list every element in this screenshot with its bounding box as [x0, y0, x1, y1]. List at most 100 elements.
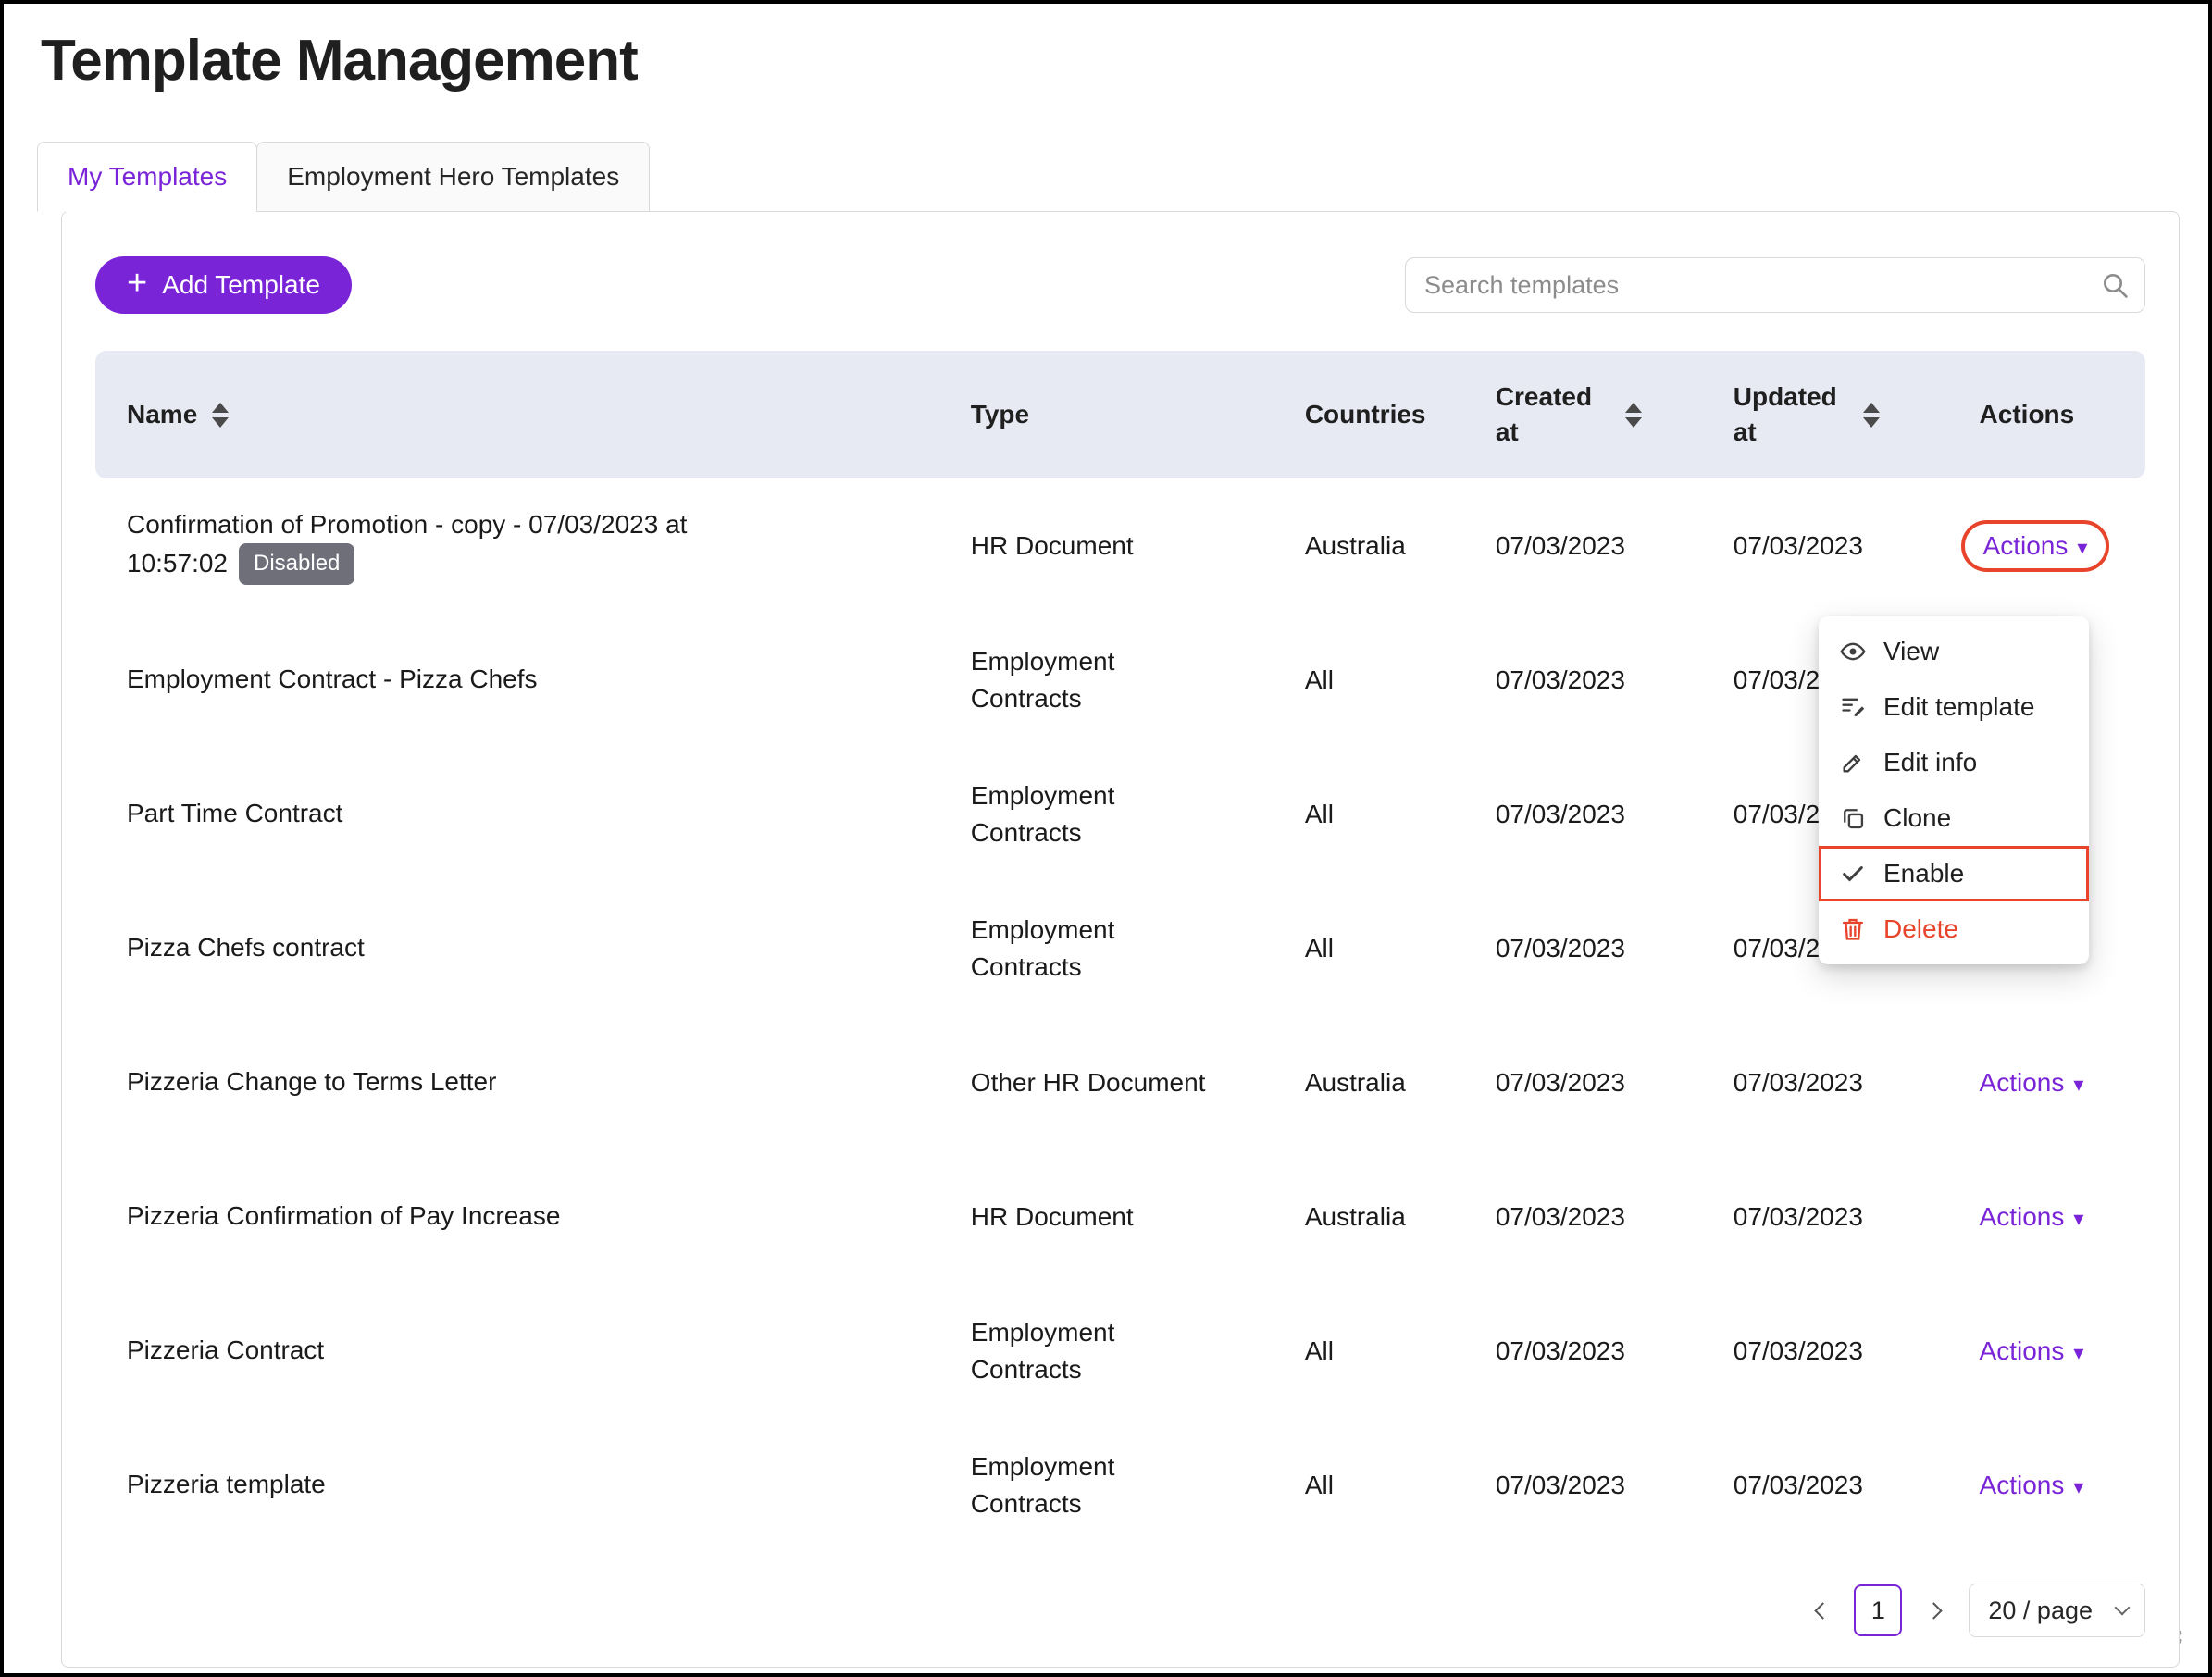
menu-item-clone[interactable]: Clone — [1819, 790, 2089, 846]
created-date: 07/03/2023 — [1496, 934, 1625, 963]
actions-button[interactable]: Actions ▾ — [1980, 1068, 2084, 1098]
check-icon — [1839, 861, 1867, 887]
column-header-updated: Updated at — [1734, 379, 1848, 450]
actions-label: Actions — [1980, 1202, 2065, 1232]
chevron-down-icon: ▾ — [2077, 534, 2087, 558]
tab-my-templates[interactable]: My Templates — [37, 142, 257, 212]
created-date: 07/03/2023 — [1496, 800, 1625, 828]
eye-icon — [1839, 639, 1867, 665]
menu-item-label: Clone — [1883, 803, 1951, 833]
template-name: Part Time Contract — [127, 799, 342, 827]
chevron-down-icon: ▾ — [2073, 1473, 2083, 1497]
status-badge: Disabled — [239, 543, 354, 585]
template-countries: All — [1305, 934, 1334, 963]
tab-employment-hero-templates[interactable]: Employment Hero Templates — [256, 142, 650, 212]
created-date: 07/03/2023 — [1496, 1202, 1625, 1231]
templates-panel: + Add Template Name Type Countries Creat — [61, 211, 2180, 1668]
created-date: 07/03/2023 — [1496, 531, 1625, 560]
clone-icon — [1839, 805, 1867, 831]
template-name: Employment Contract - Pizza Chefs — [127, 665, 538, 693]
menu-item-edit-info[interactable]: Edit info — [1819, 735, 2089, 790]
created-date: 07/03/2023 — [1496, 1336, 1625, 1365]
chevron-down-icon: ▾ — [2073, 1071, 2083, 1095]
template-type: Employment Contracts — [971, 1314, 1221, 1386]
template-type: Employment Contracts — [971, 643, 1221, 715]
menu-item-view[interactable]: View — [1819, 624, 2089, 679]
template-countries: All — [1305, 1336, 1334, 1365]
template-countries: Australia — [1305, 1202, 1406, 1231]
template-type: Employment Contracts — [971, 912, 1221, 984]
templates-table: Name Type Countries Created at Updated a… — [95, 351, 2145, 1552]
menu-item-delete[interactable]: Delete — [1819, 901, 2089, 957]
chevron-right-icon — [1925, 1602, 1942, 1619]
current-page[interactable]: 1 — [1854, 1584, 1902, 1636]
column-header-created: Created at — [1496, 379, 1610, 450]
template-countries: All — [1305, 800, 1334, 828]
column-header-countries: Countries — [1305, 400, 1426, 429]
actions-dropdown-menu: View Edit template Edit info — [1819, 616, 2089, 964]
pencil-icon — [1839, 750, 1867, 776]
sort-icon[interactable] — [212, 403, 229, 428]
template-type: Employment Contracts — [971, 777, 1221, 850]
template-type: HR Document — [971, 1199, 1134, 1235]
chevron-down-icon: ▾ — [2073, 1339, 2083, 1363]
tab-label: My Templates — [68, 162, 227, 192]
menu-item-edit-template[interactable]: Edit template — [1819, 679, 2089, 735]
table-row: Pizzeria Confirmation of Pay Increase HR… — [95, 1149, 2145, 1284]
updated-date: 07/03/2023 — [1734, 1202, 1863, 1231]
add-template-button[interactable]: + Add Template — [95, 256, 352, 314]
menu-item-label: Enable — [1883, 859, 1964, 888]
template-countries: All — [1305, 1471, 1334, 1499]
template-type: Employment Contracts — [971, 1448, 1221, 1521]
template-countries: Australia — [1305, 1068, 1406, 1097]
created-date: 07/03/2023 — [1496, 665, 1625, 694]
updated-date: 07/03/2023 — [1734, 531, 1863, 560]
actions-label: Actions — [1980, 1068, 2065, 1098]
actions-label: Actions — [1980, 1336, 2065, 1366]
template-countries: Australia — [1305, 531, 1406, 560]
edit-template-icon — [1839, 694, 1867, 720]
menu-item-label: View — [1883, 637, 1939, 666]
actions-button[interactable]: Actions ▾ — [1980, 1471, 2084, 1500]
template-name: Confirmation of Promotion - copy - 07/03… — [127, 510, 687, 578]
sort-down-arrow — [1863, 417, 1880, 428]
actions-button[interactable]: Actions ▾ — [1980, 1336, 2084, 1366]
template-name: Pizzeria template — [127, 1470, 326, 1498]
search-icon[interactable] — [2100, 270, 2130, 300]
sort-up-arrow — [212, 403, 229, 413]
table-row: Confirmation of Promotion - copy - 07/03… — [95, 478, 2145, 613]
page-size-value: 20 / page — [1988, 1596, 2093, 1625]
sort-icon[interactable] — [1625, 403, 1642, 428]
toolbar: + Add Template — [95, 256, 2145, 314]
sort-down-arrow — [212, 417, 229, 428]
next-page-button[interactable] — [1920, 1596, 1950, 1625]
sort-up-arrow — [1625, 403, 1642, 413]
chevron-down-icon — [2115, 1600, 2131, 1616]
pagination: 1 20 / page — [95, 1584, 2145, 1637]
menu-item-label: Edit template — [1883, 692, 2034, 722]
table-header: Name Type Countries Created at Updated a… — [95, 351, 2145, 478]
page-size-select[interactable]: 20 / page — [1969, 1584, 2145, 1637]
template-name: Pizzeria Confirmation of Pay Increase — [127, 1201, 560, 1230]
plus-icon: + — [127, 266, 147, 301]
prev-page-button[interactable] — [1806, 1596, 1835, 1625]
sort-icon[interactable] — [1863, 403, 1880, 428]
menu-item-enable[interactable]: Enable — [1819, 846, 2089, 901]
app-window: Template Management My Templates Employm… — [0, 0, 2212, 1677]
add-template-label: Add Template — [162, 270, 320, 300]
actions-button[interactable]: Actions ▾ — [1983, 531, 2088, 561]
actions-label: Actions — [1980, 1471, 2065, 1500]
search-box — [1405, 257, 2145, 313]
actions-label: Actions — [1983, 531, 2069, 561]
search-input[interactable] — [1424, 271, 2100, 300]
created-date: 07/03/2023 — [1496, 1068, 1625, 1097]
sort-down-arrow — [1625, 417, 1642, 428]
column-header-actions: Actions — [1980, 400, 2075, 429]
column-header-name: Name — [127, 400, 197, 429]
actions-button[interactable]: Actions▾ — [1980, 1202, 2084, 1232]
template-name: Pizzeria Change to Terms Letter — [127, 1067, 496, 1096]
tabs: My Templates Employment Hero Templates — [37, 142, 2208, 211]
created-date: 07/03/2023 — [1496, 1471, 1625, 1499]
menu-item-label: Edit info — [1883, 748, 1977, 777]
annotation-highlight: Actions ▾ — [1961, 520, 2110, 572]
